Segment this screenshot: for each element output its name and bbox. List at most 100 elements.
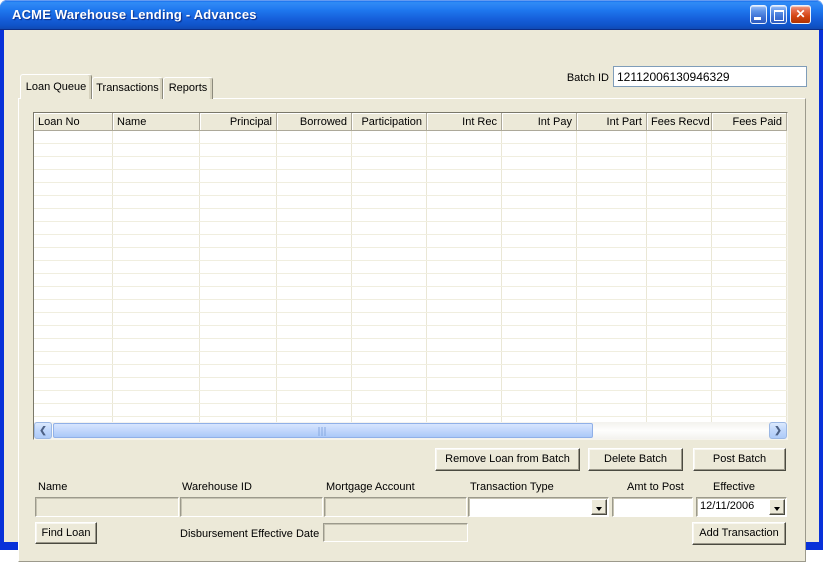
batch-id-input[interactable] <box>613 66 807 87</box>
table-cell <box>577 287 647 299</box>
table-cell <box>647 157 712 169</box>
table-cell <box>352 300 427 312</box>
effective-dropdown-button[interactable] <box>769 499 785 515</box>
table-cell <box>352 391 427 403</box>
table-cell <box>577 352 647 364</box>
table-cell <box>647 235 712 247</box>
column-header-loan-no[interactable]: Loan No <box>34 113 113 131</box>
column-header-int-part[interactable]: Int Part <box>577 113 647 131</box>
transaction-type-dropdown-button[interactable] <box>591 499 607 515</box>
scroll-right-button[interactable]: ❯ <box>769 422 787 439</box>
table-cell <box>200 183 277 195</box>
table-cell <box>427 326 502 338</box>
table-cell <box>712 300 787 312</box>
table-cell <box>200 274 277 286</box>
effective-date-picker[interactable]: 12/11/2006 <box>696 497 787 517</box>
table-cell <box>712 391 787 403</box>
table-cell <box>277 404 352 416</box>
table-cell <box>200 352 277 364</box>
table-cell <box>352 235 427 247</box>
table-cell <box>712 131 787 143</box>
table-cell <box>577 131 647 143</box>
chevron-down-icon <box>774 507 780 511</box>
table-cell <box>34 131 113 143</box>
table-cell <box>577 157 647 169</box>
name-input[interactable] <box>35 497 179 517</box>
table-cell <box>647 274 712 286</box>
table-row <box>34 144 787 157</box>
table-cell <box>34 261 113 273</box>
table-cell <box>712 274 787 286</box>
table-cell <box>113 391 200 403</box>
table-cell <box>647 352 712 364</box>
minimize-button[interactable] <box>750 5 767 24</box>
table-cell <box>502 144 577 156</box>
table-cell <box>352 196 427 208</box>
table-cell <box>113 365 200 377</box>
find-loan-button[interactable]: Find Loan <box>35 522 97 544</box>
table-cell <box>352 287 427 299</box>
table-cell <box>113 235 200 247</box>
table-cell <box>577 196 647 208</box>
table-cell <box>352 170 427 182</box>
column-header-principal[interactable]: Principal <box>200 113 277 131</box>
table-cell <box>502 235 577 247</box>
amt-to-post-input[interactable] <box>612 497 693 517</box>
remove-loan-from-batch-button[interactable]: Remove Loan from Batch <box>435 448 580 471</box>
table-cell <box>427 391 502 403</box>
table-cell <box>34 300 113 312</box>
column-header-int-rec[interactable]: Int Rec <box>427 113 502 131</box>
table-cell <box>577 391 647 403</box>
table-cell <box>647 170 712 182</box>
table-cell <box>647 378 712 390</box>
tab-loan-queue[interactable]: Loan Queue <box>20 74 92 99</box>
tab-transactions[interactable]: Transactions <box>92 77 163 99</box>
table-cell <box>34 391 113 403</box>
table-cell <box>113 144 200 156</box>
table-cell <box>577 404 647 416</box>
column-header-fees-paid[interactable]: Fees Paid <box>712 113 787 131</box>
horizontal-scrollbar[interactable]: ❮ ❯ <box>34 422 787 439</box>
table-cell <box>277 365 352 377</box>
mortgage-account-input[interactable] <box>324 497 467 517</box>
table-cell <box>712 183 787 195</box>
delete-batch-button[interactable]: Delete Batch <box>588 448 683 471</box>
post-batch-button[interactable]: Post Batch <box>693 448 786 471</box>
title-bar[interactable]: ACME Warehouse Lending - Advances ✕ <box>0 0 823 30</box>
table-cell <box>277 261 352 273</box>
add-transaction-button[interactable]: Add Transaction <box>692 522 786 545</box>
table-cell <box>502 339 577 351</box>
maximize-icon <box>774 10 784 21</box>
table-cell <box>502 352 577 364</box>
column-header-participation[interactable]: Participation <box>352 113 427 131</box>
disbursement-effective-date-input[interactable] <box>323 523 468 542</box>
column-header-name[interactable]: Name <box>113 113 200 131</box>
table-body[interactable] <box>34 131 787 423</box>
table-cell <box>577 365 647 377</box>
table-cell <box>277 326 352 338</box>
transaction-type-label: Transaction Type <box>470 481 554 493</box>
maximize-button[interactable] <box>770 5 787 24</box>
table-cell <box>200 170 277 182</box>
column-header-int-pay[interactable]: Int Pay <box>502 113 577 131</box>
table-cell <box>712 248 787 260</box>
scroll-left-button[interactable]: ❮ <box>34 422 52 439</box>
transaction-type-select[interactable] <box>468 497 609 517</box>
scrollbar-thumb[interactable] <box>53 423 593 438</box>
tab-reports[interactable]: Reports <box>163 77 213 99</box>
table-cell <box>277 339 352 351</box>
close-button[interactable]: ✕ <box>790 5 811 24</box>
table-cell <box>113 261 200 273</box>
table-cell <box>34 404 113 416</box>
table-cell <box>577 183 647 195</box>
column-header-fees-recvd[interactable]: Fees Recvd <box>647 113 712 131</box>
table-cell <box>200 196 277 208</box>
table-cell <box>277 391 352 403</box>
table-cell <box>577 144 647 156</box>
column-header-borrowed[interactable]: Borrowed <box>277 113 352 131</box>
table-cell <box>200 144 277 156</box>
table-cell <box>712 157 787 169</box>
table-row <box>34 248 787 261</box>
table-cell <box>34 339 113 351</box>
warehouse-id-input[interactable] <box>180 497 323 517</box>
